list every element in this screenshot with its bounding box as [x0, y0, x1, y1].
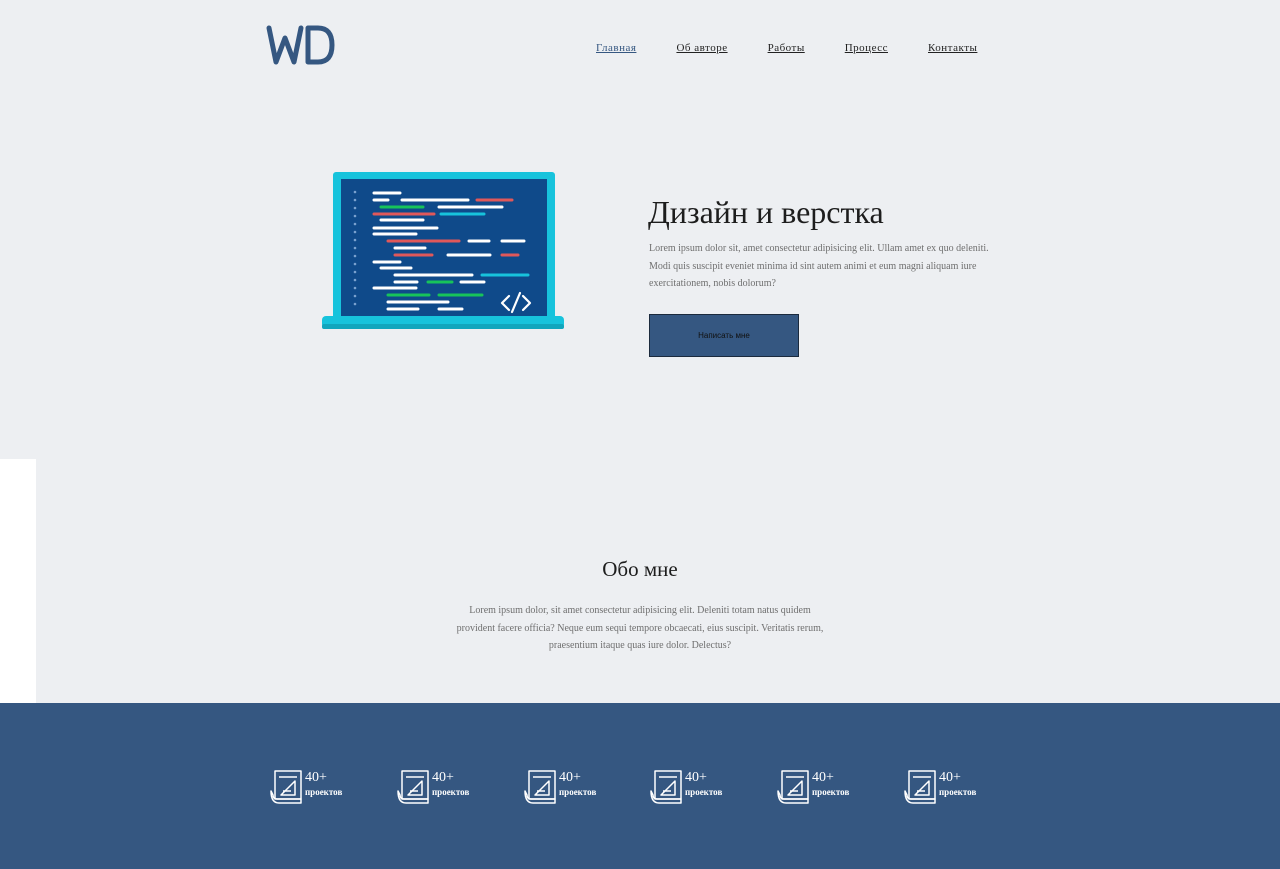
stat-number: 40+: [432, 770, 454, 785]
stat-item: 40+ проектов: [523, 769, 596, 805]
stat-number: 40+: [305, 770, 327, 785]
stat-item: 40+ проектов: [269, 769, 342, 805]
blueprint-icon: [777, 770, 809, 804]
stat-label: проектов: [939, 787, 977, 797]
main-nav: Главная Об авторе Работы Процесс Контакт…: [596, 42, 1017, 54]
stat-number: 40+: [685, 770, 707, 785]
stat-label: проектов: [685, 787, 723, 797]
write-me-button[interactable]: Написать мне: [649, 314, 799, 357]
nav-link-about[interactable]: Об авторе: [676, 42, 727, 54]
laptop-code-icon: [322, 172, 564, 329]
wd-logo[interactable]: [266, 24, 336, 68]
stat-item: 40+ проектов: [649, 769, 722, 805]
blueprint-icon: [397, 770, 429, 804]
stat-number: 40+: [559, 770, 581, 785]
blueprint-icon: [270, 770, 302, 804]
stat-label: проектов: [305, 787, 343, 797]
about-title: Обо мне: [602, 557, 678, 581]
hero-description: Lorem ipsum dolor sit, amet consectetur …: [649, 243, 989, 289]
stat-number: 40+: [939, 770, 961, 785]
blueprint-icon: [650, 770, 682, 804]
stat-label: проектов: [559, 787, 597, 797]
nav-link-works[interactable]: Работы: [768, 42, 805, 54]
blueprint-icon: [904, 770, 936, 804]
nav-link-home[interactable]: Главная: [596, 42, 636, 54]
stat-item: 40+ проектов: [903, 769, 976, 805]
stat-label: проектов: [432, 787, 470, 797]
blueprint-icon: [524, 770, 556, 804]
stats-section: 40+ проектов 40+ проектов 40+ проектов 4…: [0, 703, 1280, 869]
stat-item: 40+ проектов: [396, 769, 469, 805]
stat-label: проектов: [812, 787, 850, 797]
stat-number: 40+: [812, 770, 834, 785]
stat-item: 40+ проектов: [776, 769, 849, 805]
about-description: Lorem ipsum dolor, sit amet consectetur …: [456, 605, 824, 651]
nav-link-process[interactable]: Процесс: [845, 42, 888, 54]
nav-link-contacts[interactable]: Контакты: [928, 42, 977, 54]
hero-title: Дизайн и верстка: [648, 194, 884, 230]
